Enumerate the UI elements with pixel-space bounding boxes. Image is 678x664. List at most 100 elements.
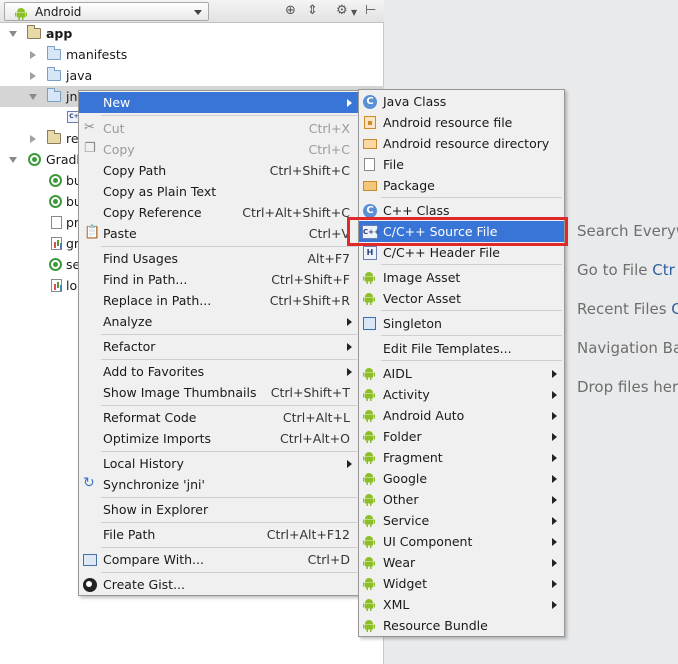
menu-item-replace-in-path[interactable]: Replace in Path... Ctrl+Shift+R [79,290,359,311]
submenu-item-wear[interactable]: Wear [359,552,564,573]
gear-icon[interactable]: ⚙ [336,3,348,18]
submenu-item-vector-asset[interactable]: Vector Asset [359,288,564,309]
tree-item-app[interactable]: app [0,23,384,44]
properties-file-icon [51,216,62,229]
submenu-item-activity[interactable]: Activity [359,384,564,405]
resource-file-icon [364,116,376,129]
menu-item-file-path[interactable]: File Path Ctrl+Alt+F12 [79,524,359,545]
submenu-arrow-icon [552,475,557,483]
hint-text: Go to File [577,261,653,279]
collapsed-arrow-icon[interactable] [30,51,36,59]
submenu-item-widget[interactable]: Widget [359,573,564,594]
submenu-item-package[interactable]: Package [359,175,564,196]
menu-item-copy-path[interactable]: Copy Path Ctrl+Shift+C [79,160,359,181]
submenu-arrow-icon [347,318,352,326]
menu-item-label: Android resource file [383,115,513,130]
menu-item-add-to-favorites[interactable]: Add to Favorites [79,361,359,382]
menu-item-paste[interactable]: 📋 Paste Ctrl+V [79,223,359,244]
crosshair-icon[interactable]: ⊕ [285,3,296,18]
menu-item-show-in-explorer[interactable]: Show in Explorer [79,499,359,520]
submenu-arrow-icon [552,454,557,462]
view-selector-dropdown[interactable]: Android [4,2,209,21]
hint-navigation-bar: Navigation Ba [577,339,678,357]
folder-icon [47,88,61,102]
submenu-item-ui-component[interactable]: UI Component [359,531,564,552]
menu-item-cut[interactable]: ✂ Cut Ctrl+X [79,118,359,139]
hint-shortcut: Ctr [652,261,675,279]
submenu-item-google[interactable]: Google [359,468,564,489]
submenu-item-singleton[interactable]: Singleton [359,313,564,334]
hide-panel-icon[interactable]: ⊢ [365,3,376,18]
menu-item-compare-with[interactable]: Compare With... Ctrl+D [79,549,359,570]
android-icon [362,408,378,424]
submenu-item-resource-bundle[interactable]: Resource Bundle [359,615,564,636]
menu-item-new[interactable]: New [79,92,359,113]
menu-separator [381,310,562,311]
menu-item-copy-plain-text[interactable]: Copy as Plain Text [79,181,359,202]
properties-chart-icon [51,279,62,292]
menu-item-shortcut: Ctrl+Alt+O [280,431,350,446]
submenu-item-android-resource-directory[interactable]: Android resource directory [359,133,564,154]
menu-item-analyze[interactable]: Analyze [79,311,359,332]
submenu-arrow-icon [552,601,557,609]
menu-item-shortcut: Ctrl+Alt+L [282,410,350,425]
tree-item-label: Gradl [46,152,80,167]
collapsed-arrow-icon[interactable] [30,72,36,80]
menu-item-label: Copy [103,142,135,157]
submenu-item-android-resource-file[interactable]: Android resource file [359,112,564,133]
chevron-down-icon[interactable]: ▼ [351,8,357,17]
android-icon [362,366,378,382]
tree-item-manifests[interactable]: manifests [0,44,384,65]
menu-item-copy-reference[interactable]: Copy Reference Ctrl+Alt+Shift+C [79,202,359,223]
menu-separator [101,115,357,116]
expand-arrow-icon[interactable] [9,157,17,163]
singleton-icon [363,317,376,330]
menu-item-show-image-thumbnails[interactable]: Show Image Thumbnails Ctrl+Shift+T [79,382,359,403]
highlight-callout [347,217,568,246]
submenu-item-file[interactable]: File [359,154,564,175]
submenu-arrow-icon [552,559,557,567]
expand-arrow-icon[interactable] [9,31,17,37]
submenu-item-fragment[interactable]: Fragment [359,447,564,468]
android-icon [15,8,27,20]
menu-item-optimize-imports[interactable]: Optimize Imports Ctrl+Alt+O [79,428,359,449]
gradle-icon [49,174,62,187]
menu-item-refactor[interactable]: Refactor [79,336,359,357]
collapse-all-icon[interactable]: ⇕ [307,3,318,18]
submenu-item-service[interactable]: Service [359,510,564,531]
submenu-arrow-icon [552,391,557,399]
collapsed-arrow-icon[interactable] [30,135,36,143]
tree-item-java[interactable]: java [0,65,384,86]
menu-item-synchronize[interactable]: ↻ Synchronize 'jni' [79,474,359,495]
menu-item-label: Optimize Imports [103,431,212,446]
menu-item-find-in-path[interactable]: Find in Path... Ctrl+Shift+F [79,269,359,290]
gradle-icon [28,153,41,166]
menu-item-copy[interactable]: ❐ Copy Ctrl+C [79,139,359,160]
submenu-item-other[interactable]: Other [359,489,564,510]
submenu-arrow-icon [347,343,352,351]
submenu-item-xml[interactable]: XML [359,594,564,615]
menu-separator [101,246,357,247]
menu-item-create-gist[interactable]: Create Gist... [79,574,359,595]
header-file-icon: H [363,246,377,260]
submenu-item-aidl[interactable]: AIDL [359,363,564,384]
submenu-arrow-icon [552,517,557,525]
menu-item-label: File [383,157,404,172]
submenu-item-edit-file-templates[interactable]: Edit File Templates... [359,338,564,359]
submenu-item-android-auto[interactable]: Android Auto [359,405,564,426]
cpp-class-icon: C [363,204,377,218]
menu-item-reformat-code[interactable]: Reformat Code Ctrl+Alt+L [79,407,359,428]
menu-item-shortcut: Ctrl+Shift+T [270,385,350,400]
expand-arrow-icon[interactable] [29,94,37,100]
hint-text: Search Everyw [577,222,678,240]
menu-separator [381,360,562,361]
submenu-item-java-class[interactable]: C Java Class [359,91,564,112]
menu-item-label: Java Class [383,94,447,109]
submenu-item-image-asset[interactable]: Image Asset [359,267,564,288]
menu-item-label: Wear [383,555,416,570]
menu-item-local-history[interactable]: Local History [79,453,359,474]
menu-item-find-usages[interactable]: Find Usages Alt+F7 [79,248,359,269]
submenu-item-folder[interactable]: Folder [359,426,564,447]
menu-item-label: XML [383,597,410,612]
menu-item-label: Find Usages [103,251,179,266]
